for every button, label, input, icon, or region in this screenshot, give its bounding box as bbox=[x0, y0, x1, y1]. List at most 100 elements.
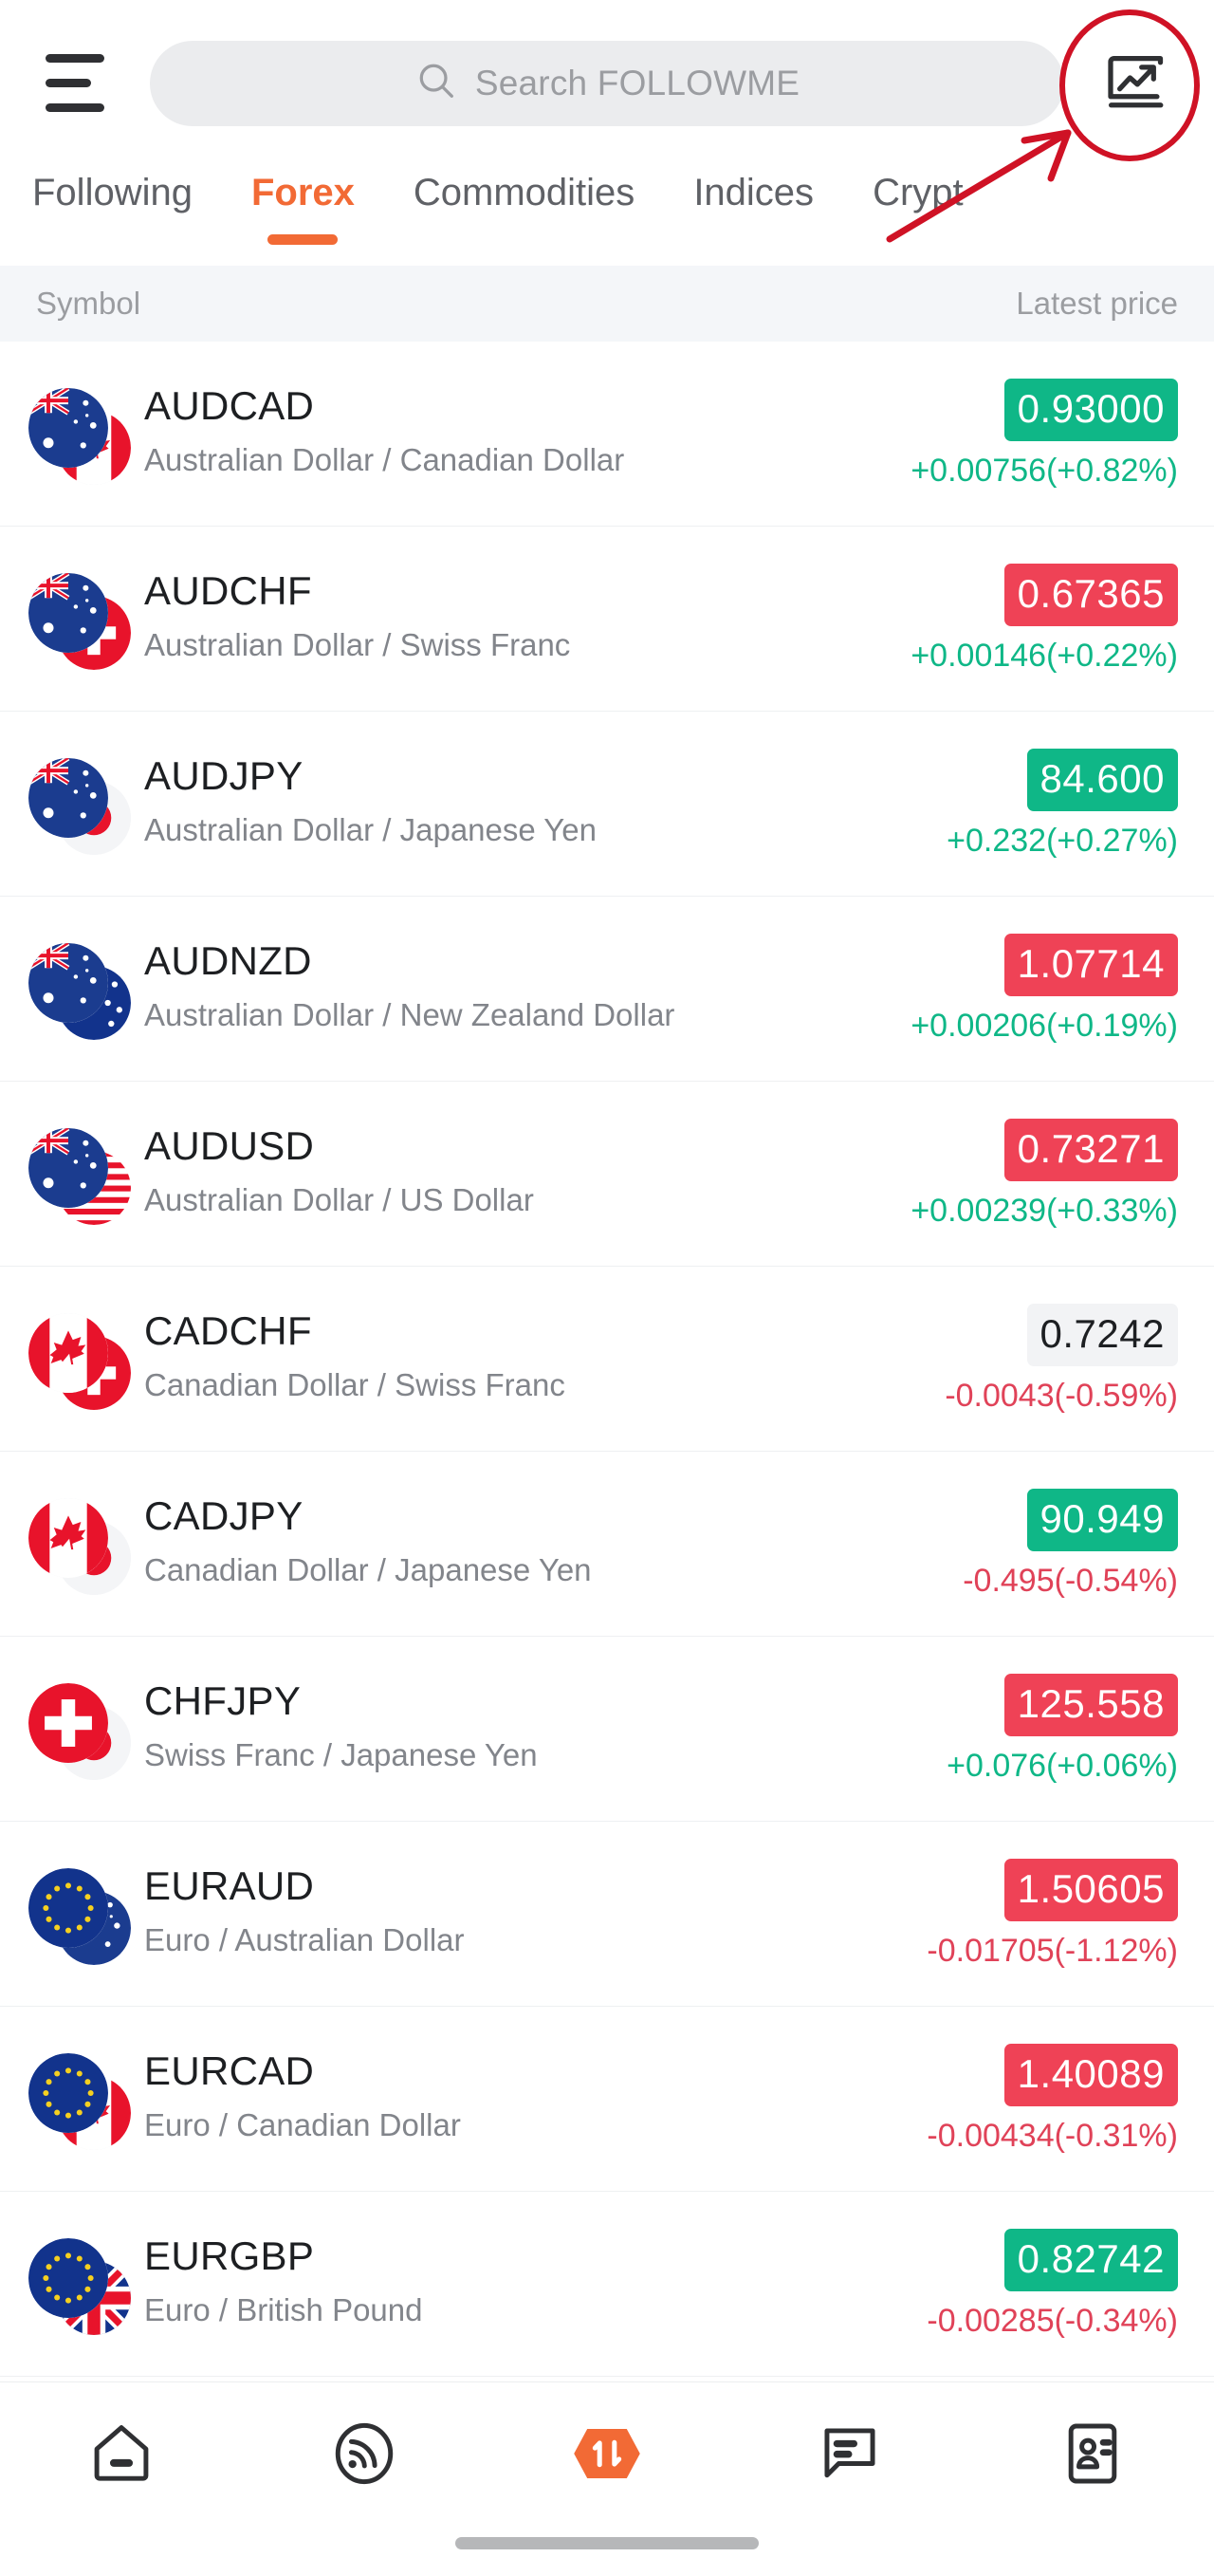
instrument-code: AUDCHF bbox=[144, 568, 312, 614]
tab-indices[interactable]: Indices bbox=[693, 166, 814, 214]
instrument-row[interactable]: AUDUSD Australian Dollar / US Dollar 0.7… bbox=[0, 1082, 1214, 1267]
latest-price-badge: 1.07714 bbox=[1003, 933, 1178, 996]
instrument-quote-block: 0.73271 +0.00239(+0.33%) bbox=[910, 1118, 1178, 1230]
base-currency-flag-icon bbox=[28, 573, 108, 653]
currency-pair-flags bbox=[28, 567, 131, 670]
price-change: +0.076(+0.06%) bbox=[947, 1747, 1178, 1784]
instrument-code: CADJPY bbox=[144, 1493, 304, 1539]
instrument-code: AUDUSD bbox=[144, 1123, 315, 1169]
category-tabs: Following Forex Commodities Indices Cryp… bbox=[0, 166, 1214, 266]
instrument-code: CADCHF bbox=[144, 1308, 312, 1354]
instrument-symbol-block: AUDCAD Australian Dollar / Canadian Doll… bbox=[144, 383, 910, 484]
column-header-price: Latest price bbox=[1016, 286, 1178, 321]
instrument-name: Euro / British Pound bbox=[144, 2292, 423, 2328]
instrument-row[interactable]: EURCAD Euro / Canadian Dollar 1.40089 -0… bbox=[0, 2007, 1214, 2192]
list-column-header: Symbol Latest price bbox=[0, 266, 1214, 342]
base-currency-flag-icon bbox=[28, 1128, 108, 1208]
price-change: +0.00206(+0.19%) bbox=[910, 1007, 1178, 1044]
bottom-navigation bbox=[0, 2381, 1214, 2576]
column-header-symbol: Symbol bbox=[36, 286, 141, 321]
price-change: +0.232(+0.27%) bbox=[947, 822, 1178, 859]
tab-label: Indices bbox=[693, 172, 815, 213]
instrument-row[interactable]: AUDCAD Australian Dollar / Canadian Doll… bbox=[0, 342, 1214, 527]
nav-trade[interactable] bbox=[486, 2417, 728, 2491]
instrument-code: CHFJPY bbox=[144, 1678, 302, 1724]
latest-price-badge: 0.73271 bbox=[1003, 1118, 1178, 1181]
instrument-row[interactable]: AUDJPY Australian Dollar / Japanese Yen … bbox=[0, 712, 1214, 897]
latest-price-badge: 0.82742 bbox=[1003, 2228, 1178, 2291]
tab-active-underline bbox=[267, 234, 339, 245]
price-change: +0.00239(+0.33%) bbox=[910, 1192, 1178, 1229]
tab-label: Following bbox=[32, 172, 193, 213]
trade-hexagon-icon bbox=[570, 2417, 644, 2491]
instrument-quote-block: 125.558 +0.076(+0.06%) bbox=[947, 1673, 1178, 1785]
tab-crypto[interactable]: Crypt bbox=[873, 166, 964, 214]
tab-label: Forex bbox=[250, 172, 355, 213]
latest-price-badge: 1.40089 bbox=[1003, 2043, 1178, 2106]
instrument-row[interactable]: CHFJPY Swiss Franc / Japanese Yen 125.55… bbox=[0, 1637, 1214, 1822]
instrument-quote-block: 84.600 +0.232(+0.27%) bbox=[947, 748, 1178, 860]
currency-pair-flags bbox=[28, 752, 131, 855]
base-currency-flag-icon bbox=[28, 2238, 108, 2318]
instrument-symbol-block: CHFJPY Swiss Franc / Japanese Yen bbox=[144, 1678, 947, 1779]
instrument-row[interactable]: EURAUD Euro / Australian Dollar 1.50605 … bbox=[0, 1822, 1214, 2007]
search-icon bbox=[414, 59, 458, 107]
instrument-row[interactable]: CADCHF Canadian Dollar / Swiss Franc 0.7… bbox=[0, 1267, 1214, 1452]
nav-feed[interactable] bbox=[243, 2418, 486, 2489]
bottom-nav-row bbox=[0, 2382, 1214, 2525]
instrument-row[interactable]: CADJPY Canadian Dollar / Japanese Yen 90… bbox=[0, 1452, 1214, 1637]
instrument-quote-block: 0.7242 -0.0043(-0.59%) bbox=[945, 1303, 1178, 1415]
instrument-quote-block: 90.949 -0.495(-0.54%) bbox=[963, 1488, 1178, 1600]
currency-pair-flags bbox=[28, 2233, 131, 2335]
nav-messages[interactable] bbox=[728, 2418, 971, 2489]
instrument-code: AUDNZD bbox=[144, 938, 312, 984]
currency-pair-flags bbox=[28, 1863, 131, 1965]
currency-pair-flags bbox=[28, 937, 131, 1040]
instrument-name: Swiss Franc / Japanese Yen bbox=[144, 1737, 538, 1773]
latest-price-badge: 0.67365 bbox=[1003, 563, 1178, 626]
price-change: -0.495(-0.54%) bbox=[963, 1562, 1178, 1599]
instrument-name: Euro / Australian Dollar bbox=[144, 1922, 465, 1958]
currency-pair-flags bbox=[28, 1307, 131, 1410]
instrument-quote-block: 1.40089 -0.00434(-0.31%) bbox=[927, 2043, 1178, 2155]
instrument-quote-block: 1.50605 -0.01705(-1.12%) bbox=[927, 1858, 1178, 1970]
instrument-code: EURCAD bbox=[144, 2048, 315, 2094]
instrument-name: Canadian Dollar / Swiss Franc bbox=[144, 1367, 565, 1403]
instrument-quote-block: 0.93000 +0.00756(+0.82%) bbox=[910, 378, 1178, 490]
latest-price-badge: 0.93000 bbox=[1003, 378, 1178, 441]
instrument-name: Australian Dollar / Canadian Dollar bbox=[144, 442, 625, 478]
top-bar: Search FOLLOWME bbox=[0, 0, 1214, 166]
tab-following[interactable]: Following bbox=[32, 166, 193, 214]
currency-pair-flags bbox=[28, 1122, 131, 1225]
instrument-name: Australian Dollar / New Zealand Dollar bbox=[144, 997, 675, 1033]
home-indicator-bar bbox=[455, 2537, 759, 2549]
price-change: +0.00756(+0.82%) bbox=[910, 452, 1178, 489]
search-input[interactable]: Search FOLLOWME bbox=[150, 40, 1064, 126]
tab-forex[interactable]: Forex bbox=[250, 166, 355, 245]
instrument-quote-block: 1.07714 +0.00206(+0.19%) bbox=[910, 933, 1178, 1045]
search-placeholder: Search FOLLOWME bbox=[474, 63, 800, 102]
nav-profile[interactable] bbox=[971, 2418, 1214, 2489]
chart-trending-up-icon[interactable] bbox=[1091, 38, 1182, 129]
instrument-code: AUDCAD bbox=[144, 383, 315, 429]
latest-price-badge: 1.50605 bbox=[1003, 1858, 1178, 1921]
base-currency-flag-icon bbox=[28, 1498, 108, 1578]
instrument-row[interactable]: EURGBP Euro / British Pound 0.82742 -0.0… bbox=[0, 2192, 1214, 2377]
base-currency-flag-icon bbox=[28, 758, 108, 838]
hamburger-menu-icon[interactable] bbox=[32, 40, 120, 127]
instrument-code: EURGBP bbox=[144, 2233, 315, 2279]
base-currency-flag-icon bbox=[28, 1313, 108, 1393]
hamburger-line bbox=[46, 79, 91, 87]
base-currency-flag-icon bbox=[28, 2053, 108, 2133]
instrument-row[interactable]: AUDNZD Australian Dollar / New Zealand D… bbox=[0, 897, 1214, 1082]
tab-commodities[interactable]: Commodities bbox=[414, 166, 635, 214]
price-change: -0.01705(-1.12%) bbox=[927, 1932, 1178, 1969]
instrument-symbol-block: AUDNZD Australian Dollar / New Zealand D… bbox=[144, 938, 910, 1039]
instrument-row[interactable]: AUDCHF Australian Dollar / Swiss Franc 0… bbox=[0, 527, 1214, 712]
instrument-symbol-block: CADJPY Canadian Dollar / Japanese Yen bbox=[144, 1493, 963, 1594]
currency-pair-flags bbox=[28, 382, 131, 485]
instrument-symbol-block: AUDCHF Australian Dollar / Swiss Franc bbox=[144, 568, 910, 669]
nav-home[interactable] bbox=[0, 2418, 243, 2489]
currency-pair-flags bbox=[28, 1492, 131, 1595]
instrument-name: Canadian Dollar / Japanese Yen bbox=[144, 1552, 592, 1588]
